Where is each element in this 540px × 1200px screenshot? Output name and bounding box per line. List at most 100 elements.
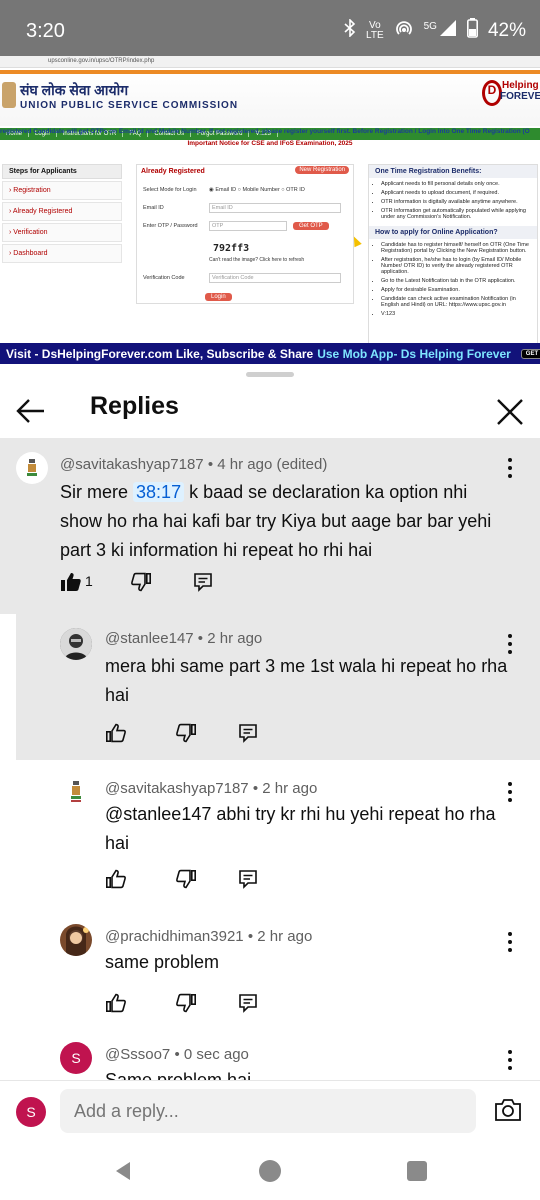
hotspot-icon [394, 19, 414, 42]
reply-bar: S [0, 1080, 540, 1144]
comment-time: • 4 hr ago (edited) [207, 456, 328, 473]
panel-header: Replies [0, 384, 540, 444]
captcha-image: 792ff3 [213, 243, 250, 254]
reply-button[interactable] [237, 868, 259, 890]
battery-percent: 42% [487, 19, 526, 41]
camera-button[interactable] [494, 1097, 522, 1123]
comment-text: Same problem hai [105, 1070, 252, 1080]
thumbs-down-icon [176, 993, 197, 1013]
upsc-marquee: registered Candidate will get OTPs on Em… [0, 128, 530, 135]
upsc-header: संघ लोक सेवा आयोग UNION PUBLIC SERVICE C… [0, 70, 540, 140]
comment-text: Sir mere 38:17 k baad se declaration ka … [60, 482, 492, 560]
more-options-button[interactable] [500, 456, 520, 482]
comment-author[interactable]: @Sssoo7 [105, 1046, 170, 1063]
arrow-left-icon [16, 399, 44, 423]
thumbs-down-icon [131, 572, 152, 592]
dislike-button[interactable] [130, 571, 152, 593]
avatar[interactable] [60, 628, 92, 660]
volte-indicator: Vo LTE [366, 19, 384, 41]
avatar[interactable] [16, 452, 48, 484]
national-emblem-icon [2, 82, 16, 108]
video-player[interactable]: upsconline.gov.in/upsc/OTRP/index.php सं… [0, 56, 540, 364]
dislike-button[interactable] [175, 722, 197, 744]
bluetooth-icon [344, 18, 356, 42]
comment-actions: 1 [60, 571, 260, 597]
step-item: › Registration [2, 181, 122, 200]
thumbs-up-filled-icon [61, 573, 81, 591]
comment-author[interactable]: @savitakashyap7187 [105, 780, 249, 797]
like-button[interactable] [60, 571, 82, 593]
reply-item[interactable]: @stanlee147 • 2 hr ago mera bhi same par… [16, 614, 540, 760]
timestamp-link[interactable]: 38:17 [133, 482, 185, 502]
triangle-back-icon [116, 1162, 130, 1180]
reply-button[interactable] [237, 992, 259, 1014]
reply-button[interactable] [192, 571, 214, 593]
dislike-button[interactable] [175, 868, 197, 890]
user-avatar: S [16, 1097, 46, 1127]
comment-author[interactable]: @prachidhiman3921 [105, 928, 244, 945]
camera-icon [495, 1099, 521, 1121]
comment-actions [105, 868, 285, 894]
upsc-notice: Important Notice for CSE and IFoS Examin… [187, 140, 353, 147]
steps-panel: Steps for Applicants › Registration › Al… [2, 164, 122, 263]
upsc-english-title: UNION PUBLIC SERVICE COMMISSION [20, 100, 239, 111]
google-play-badge: GET IT ON Google Play [520, 348, 540, 359]
comment-actions [105, 992, 285, 1018]
reply-icon [239, 870, 257, 889]
comment-text: mera bhi same part 3 me 1st wala hi repe… [105, 656, 508, 705]
nav-home-button[interactable] [259, 1160, 281, 1182]
comment-text: @stanlee147 abhi try kr rhi hu yehi repe… [105, 804, 496, 853]
reply-item[interactable]: S @Sssoo7 • 0 sec ago Same problem hai [0, 1032, 540, 1080]
comment-time: • 2 hr ago [252, 780, 318, 797]
dislike-button[interactable] [175, 992, 197, 1014]
reply-item[interactable]: @prachidhiman3921 • 2 hr ago same proble… [0, 908, 540, 1032]
back-button[interactable] [14, 394, 48, 428]
battery-icon [466, 18, 478, 43]
drag-handle[interactable] [246, 372, 294, 377]
nav-recents-button[interactable] [407, 1161, 427, 1181]
comment-parent[interactable]: @savitakashyap7187 • 4 hr ago (edited) S… [0, 438, 540, 614]
like-count: 1 [85, 573, 93, 589]
avatar[interactable] [60, 924, 92, 956]
thumbs-up-icon [105, 723, 126, 743]
comment-author[interactable]: @stanlee147 [105, 630, 194, 647]
avatar[interactable]: S [60, 1042, 92, 1074]
comment-time: • 0 sec ago [174, 1046, 249, 1063]
avatar[interactable] [60, 776, 92, 808]
close-icon [497, 399, 523, 425]
clock: 3:20 [26, 20, 65, 42]
comment-text: same problem [105, 952, 220, 972]
reply-icon [239, 724, 257, 743]
promo-ticker: Visit - DsHelpingForever.com Like, Subsc… [0, 343, 540, 364]
reply-button[interactable] [237, 722, 259, 744]
step-item: › Dashboard [2, 244, 122, 263]
comment-actions [105, 722, 285, 748]
like-button[interactable] [105, 992, 127, 1014]
login-form: Already Registered New Registration Sele… [136, 164, 354, 304]
thumbs-down-icon [176, 869, 197, 889]
signal-icon [439, 19, 457, 42]
like-button[interactable] [105, 722, 127, 744]
reply-icon [194, 573, 212, 592]
thumbs-up-icon [105, 993, 126, 1013]
replies-panel: Replies @savitakashyap7187 • 4 hr ago (e… [0, 364, 540, 1080]
embedded-url: upsconline.gov.in/upsc/OTRP/index.php [48, 58, 155, 64]
close-button[interactable] [492, 394, 528, 430]
step-item: › Already Registered [2, 202, 122, 221]
thumbs-up-icon [105, 869, 126, 889]
ds-helping-forever-logo: D Helping FOREVER [478, 76, 540, 122]
like-button[interactable] [105, 868, 127, 890]
status-bar: 3:20 Vo LTE 5G 42% [0, 0, 540, 64]
reply-icon [239, 994, 257, 1013]
reply-item[interactable]: @savitakashyap7187 • 2 hr ago @stanlee14… [0, 760, 540, 908]
upsc-hindi-title: संघ लोक सेवा आयोग [20, 82, 129, 98]
comment-author[interactable]: @savitakashyap7187 [60, 456, 204, 473]
nav-back-button[interactable] [112, 1160, 134, 1182]
panel-title: Replies [90, 392, 179, 420]
system-nav-bar [0, 1144, 540, 1200]
benefits-panel: One Time Registration Benefits: Applican… [368, 164, 538, 364]
thumbs-down-icon [176, 723, 197, 743]
reply-input[interactable] [60, 1089, 476, 1133]
embedded-browser-bar: upsconline.gov.in/upsc/OTRP/index.php [0, 56, 540, 68]
comment-time: • 2 hr ago [197, 630, 263, 647]
